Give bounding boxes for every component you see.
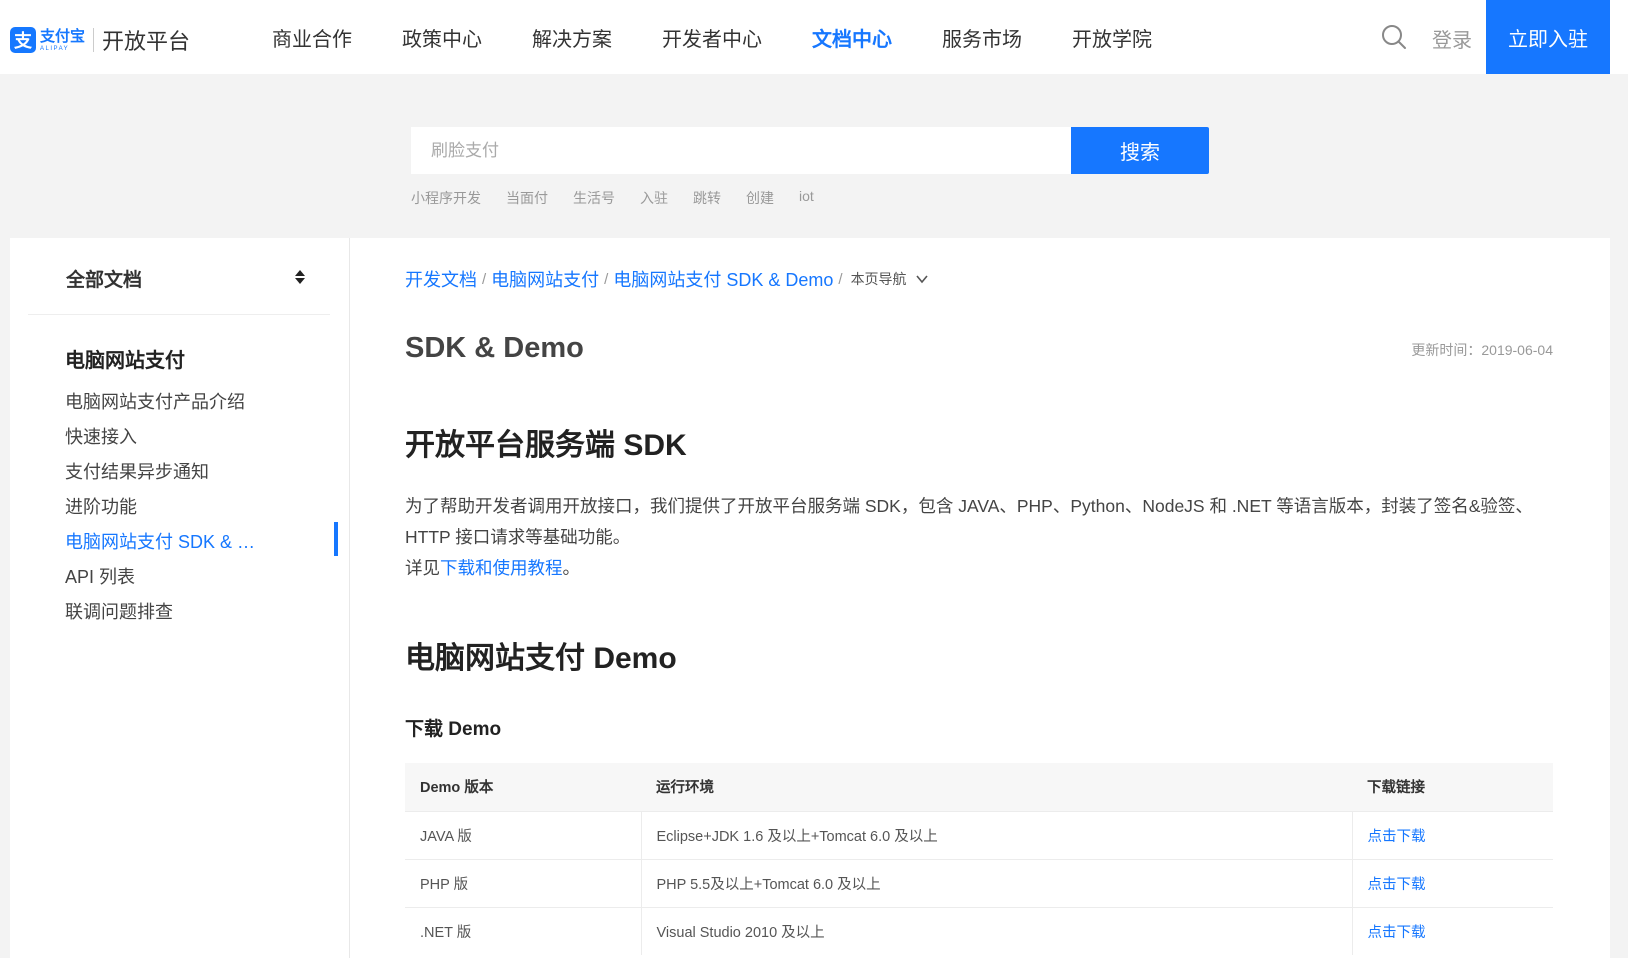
nav-item-policy[interactable]: 政策中心 xyxy=(402,23,482,52)
run-env-cell: Visual Studio 2010 及以上 xyxy=(641,906,1353,955)
sidebar-title: 全部文档 xyxy=(66,270,143,291)
platform-title: 开放平台 xyxy=(102,29,191,54)
search-icon[interactable] xyxy=(1380,23,1408,51)
table-row: .NET 版 Visual Studio 2010 及以上 点击下载 xyxy=(405,906,1553,955)
download-link[interactable]: 点击下载 xyxy=(1368,829,1426,845)
demo-table: Demo 版本 运行环境 下载链接 JAVA 版 Eclipse+JDK 1.6… xyxy=(405,763,1553,955)
sidebar-item-intro[interactable]: 电脑网站支付产品介绍 xyxy=(65,385,265,420)
join-now-button[interactable]: 立即入驻 xyxy=(1486,0,1610,74)
updated-date: 2019-06-04 xyxy=(1481,342,1553,358)
nav-item-docs[interactable]: 文档中心 xyxy=(812,23,892,52)
download-cell: 点击下载 xyxy=(1352,906,1553,955)
sidebar-item-sdk-demo[interactable]: 电脑网站支付 SDK & Demo xyxy=(65,525,265,560)
doc-search-bar: 搜索 xyxy=(411,127,1209,174)
demo-version-cell: JAVA 版 xyxy=(405,810,642,859)
login-link[interactable]: 登录 xyxy=(1432,24,1472,53)
table-row: JAVA 版 Eclipse+JDK 1.6 及以上+Tomcat 6.0 及以… xyxy=(405,810,1553,859)
updated-label: 更新时间： xyxy=(1411,342,1482,358)
column-header: 运行环境 xyxy=(641,763,1352,811)
sdk-heading: 开放平台服务端 SDK xyxy=(405,429,687,462)
demo-version-cell: .NET 版 xyxy=(405,906,642,955)
breadcrumb-link[interactable]: 开发文档 xyxy=(405,266,477,292)
hot-tag[interactable]: 当面付 xyxy=(506,188,548,208)
updated-time: 更新时间：2019-06-04 xyxy=(1411,340,1553,360)
hot-tag[interactable]: 创建 xyxy=(746,188,774,208)
page-nav-label: 本页导航 xyxy=(850,271,907,287)
hot-tag[interactable]: 生活号 xyxy=(573,188,615,208)
hot-tag[interactable]: iot xyxy=(799,188,814,208)
chevron-down-icon xyxy=(915,275,928,284)
breadcrumb-separator: / xyxy=(604,270,609,288)
table-row: PHP 版 PHP 5.5及以上+Tomcat 6.0 及以上 点击下载 xyxy=(405,858,1553,907)
table-header-row: Demo 版本 运行环境 下载链接 xyxy=(405,763,1553,811)
download-cell: 点击下载 xyxy=(1352,858,1553,907)
top-header: 支 支付宝 ALIPAY 开放平台 商业合作 政策中心 解决方案 开发者中心 文… xyxy=(0,0,1628,74)
breadcrumb-separator: / xyxy=(838,270,843,288)
sidebar-list: 电脑网站支付产品介绍 快速接入 支付结果异步通知 进阶功能 电脑网站支付 SDK… xyxy=(65,385,265,630)
nav-item-developer[interactable]: 开发者中心 xyxy=(662,23,762,52)
search-button[interactable]: 搜索 xyxy=(1071,127,1209,174)
sidebar-group-title: 电脑网站支付 xyxy=(65,350,185,372)
hot-tag[interactable]: 入驻 xyxy=(640,188,668,208)
download-demo-heading: 下载 Demo xyxy=(405,719,502,740)
nav-item-solutions[interactable]: 解决方案 xyxy=(532,23,612,52)
hot-tag[interactable]: 小程序开发 xyxy=(411,188,481,208)
column-header: 下载链接 xyxy=(1352,763,1553,811)
search-input[interactable] xyxy=(411,127,1071,174)
see-prefix: 详见 xyxy=(405,558,440,578)
sidebar-header[interactable]: 全部文档 xyxy=(28,238,330,315)
sidebar-item-troubleshoot[interactable]: 联调问题排查 xyxy=(65,595,265,630)
hot-tag[interactable]: 跳转 xyxy=(693,188,721,208)
breadcrumb-separator: / xyxy=(482,270,487,288)
active-item-indicator xyxy=(334,522,338,556)
page-title: SDK & Demo xyxy=(405,332,584,364)
sort-toggle-icon[interactable] xyxy=(294,268,306,286)
run-env-cell: Eclipse+JDK 1.6 及以上+Tomcat 6.0 及以上 xyxy=(641,810,1353,859)
sdk-description: 为了帮助开发者调用开放接口，我们提供了开放平台服务端 SDK，包含 JAVA、P… xyxy=(405,491,1535,584)
demo-heading: 电脑网站支付 Demo xyxy=(405,642,677,675)
logo-divider xyxy=(93,28,95,52)
download-link[interactable]: 点击下载 xyxy=(1368,925,1426,941)
see-suffix: 。 xyxy=(562,558,581,578)
alipay-logo-icon: 支 xyxy=(10,27,36,53)
doc-content: 开发文档 / 电脑网站支付 / 电脑网站支付 SDK & Demo / 本页导航… xyxy=(350,238,1610,958)
logo-text-en: ALIPAY xyxy=(40,45,70,52)
page-nav-dropdown[interactable]: 本页导航 xyxy=(851,269,929,289)
demo-version-cell: PHP 版 xyxy=(405,858,642,907)
sidebar-item-async-notify[interactable]: 支付结果异步通知 xyxy=(65,455,265,490)
breadcrumb: 开发文档 / 电脑网站支付 / 电脑网站支付 SDK & Demo / 本页导航 xyxy=(405,266,929,292)
download-tutorial-link[interactable]: 下载和使用教程 xyxy=(440,558,563,578)
download-cell: 点击下载 xyxy=(1352,810,1553,859)
nav-item-business[interactable]: 商业合作 xyxy=(272,23,352,52)
hot-search-tags: 小程序开发 当面付 生活号 入驻 跳转 创建 iot xyxy=(411,188,839,208)
breadcrumb-link[interactable]: 电脑网站支付 SDK & Demo xyxy=(613,266,833,292)
sidebar-item-quickstart[interactable]: 快速接入 xyxy=(65,420,265,455)
main-nav: 商业合作 政策中心 解决方案 开发者中心 文档中心 服务市场 开放学院 xyxy=(272,0,1202,74)
doc-sidebar: 全部文档 电脑网站支付 电脑网站支付产品介绍 快速接入 支付结果异步通知 进阶功… xyxy=(10,238,350,958)
logo-text-cn: 支付宝 xyxy=(40,27,86,45)
download-link[interactable]: 点击下载 xyxy=(1368,877,1426,893)
nav-item-academy[interactable]: 开放学院 xyxy=(1072,23,1152,52)
alipay-logo[interactable]: 支 支付宝 ALIPAY 开放平台 xyxy=(10,24,190,56)
see-more-line: 详见下载和使用教程。 xyxy=(405,553,1535,584)
sidebar-item-api-list[interactable]: API 列表 xyxy=(65,560,265,595)
sidebar-item-advanced[interactable]: 进阶功能 xyxy=(65,490,265,525)
sdk-text: 为了帮助开发者调用开放接口，我们提供了开放平台服务端 SDK，包含 JAVA、P… xyxy=(405,496,1533,547)
run-env-cell: PHP 5.5及以上+Tomcat 6.0 及以上 xyxy=(641,858,1353,907)
nav-item-market[interactable]: 服务市场 xyxy=(942,23,1022,52)
column-header: Demo 版本 xyxy=(405,763,641,811)
breadcrumb-link[interactable]: 电脑网站支付 xyxy=(491,266,599,292)
